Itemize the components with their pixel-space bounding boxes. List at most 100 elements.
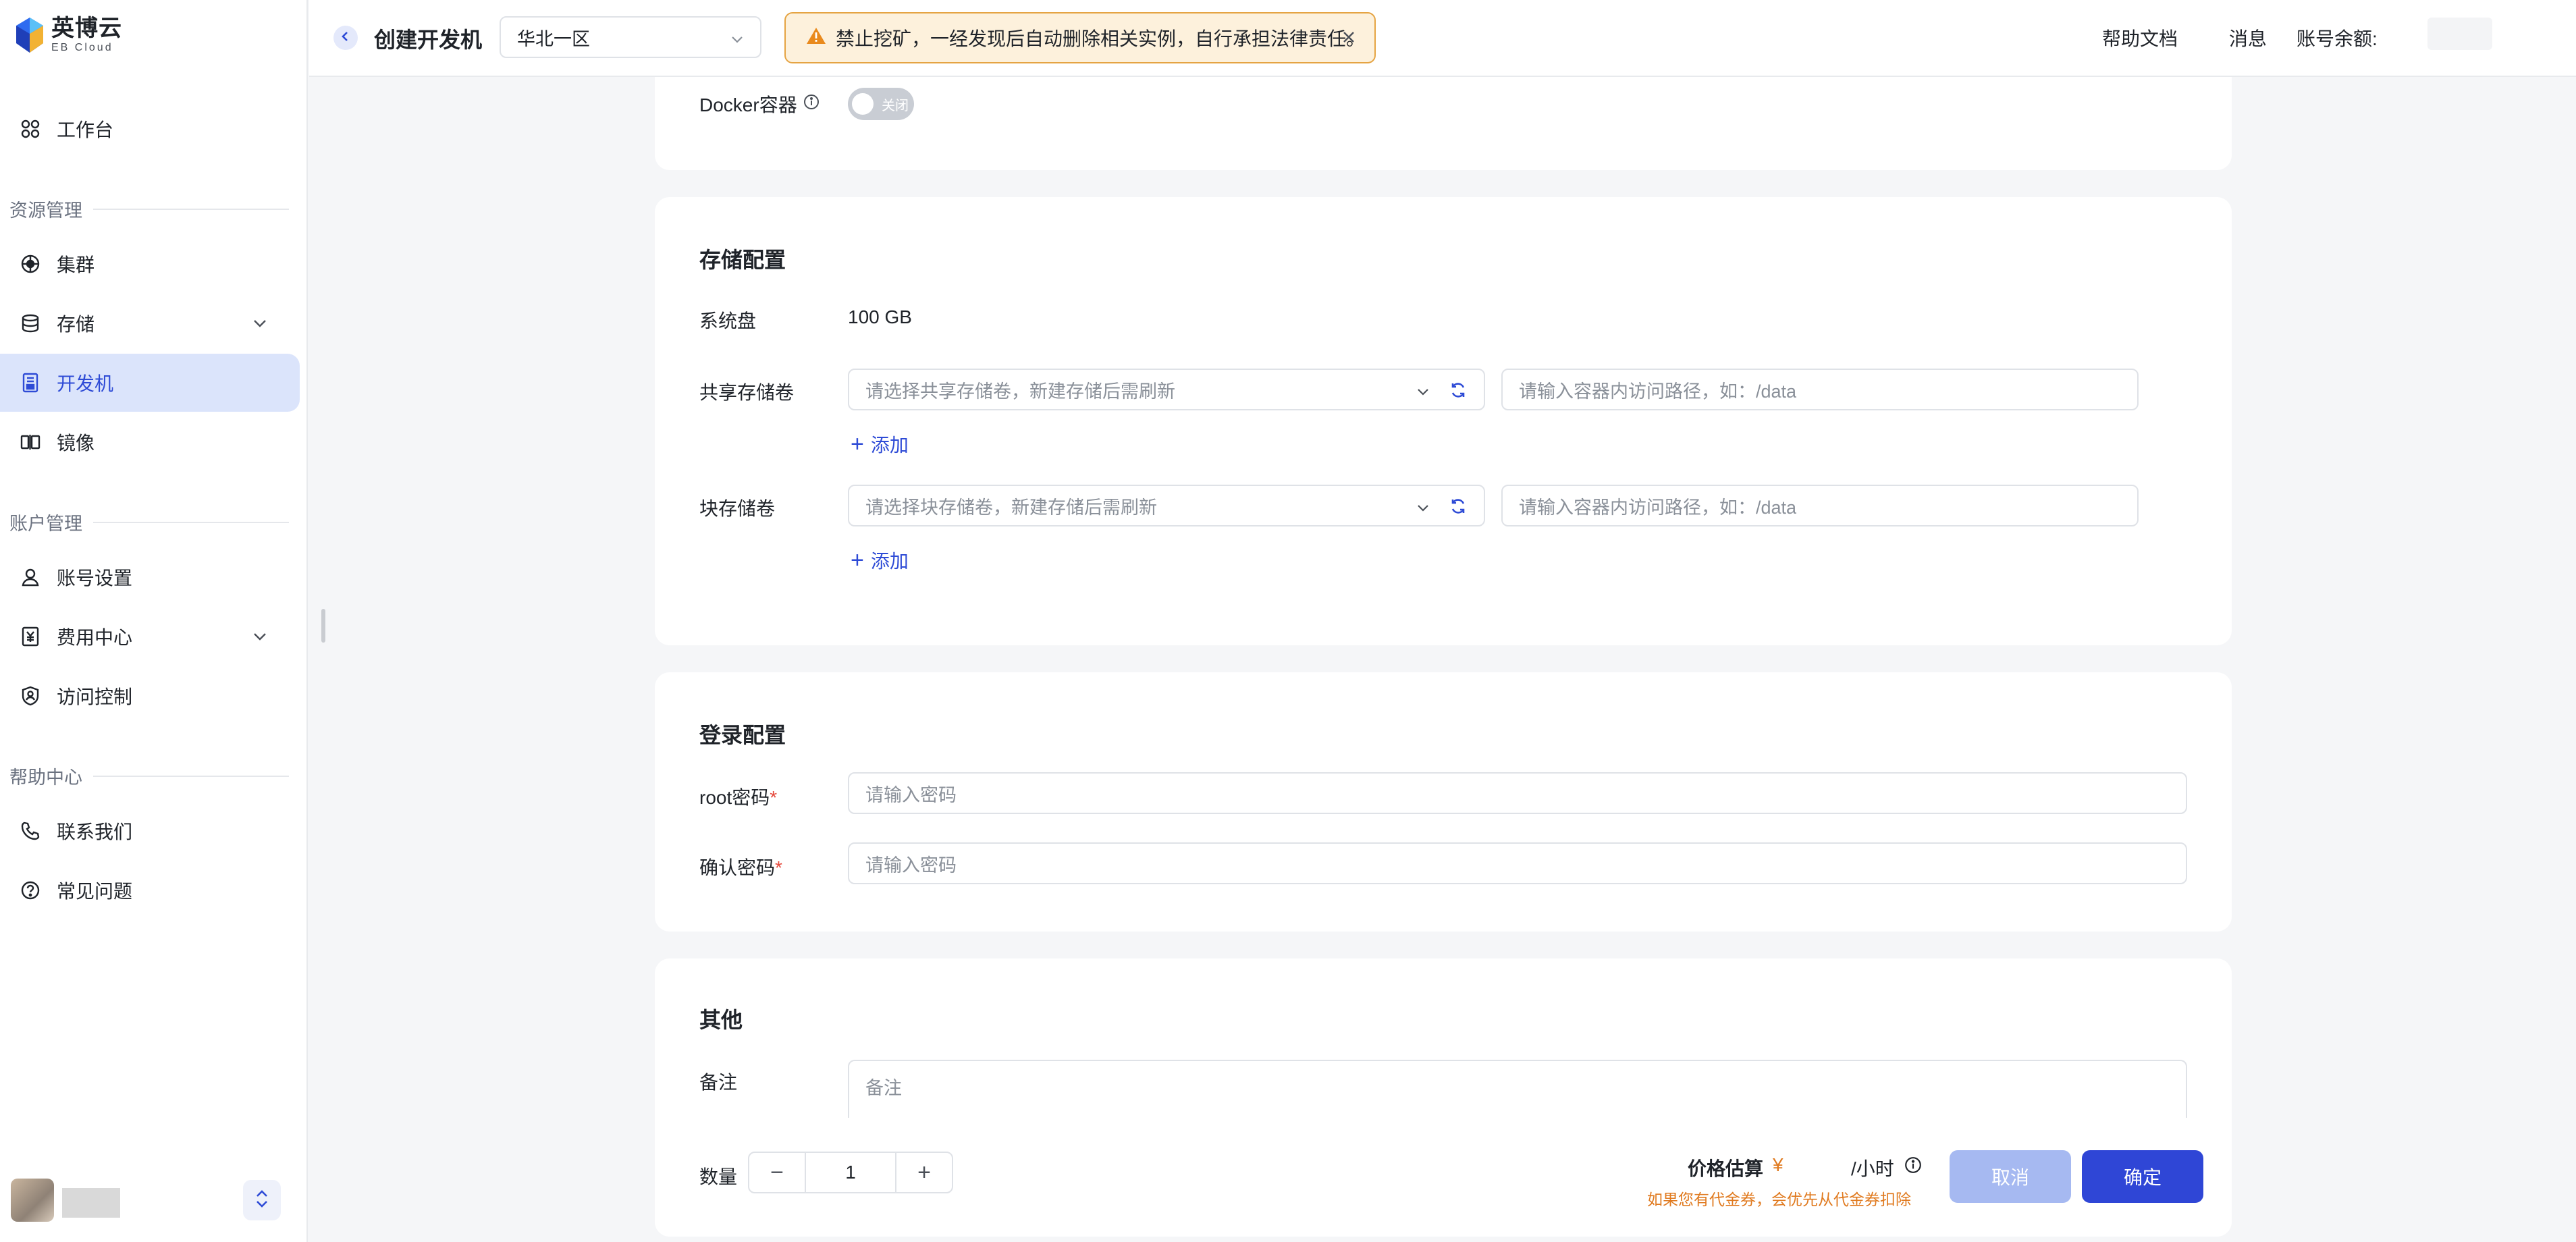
database-icon [19, 312, 42, 335]
warning-icon [806, 26, 826, 50]
system-disk-value: 100 GB [848, 306, 912, 327]
chevron-down-icon [251, 315, 269, 337]
info-icon[interactable] [803, 93, 820, 115]
messages-link[interactable]: 消息 [2229, 24, 2267, 51]
section-title: 存储配置 [699, 248, 786, 272]
help-docs-link[interactable]: 帮助文档 [2102, 24, 2178, 51]
sidebar-item-label: 访问控制 [57, 686, 133, 707]
sidebar-item-faq[interactable]: 常见问题 [0, 861, 300, 919]
sidebar-item-label: 常见问题 [57, 881, 133, 902]
quantity-minus-button[interactable]: − [749, 1153, 805, 1192]
sidebar-item-image[interactable]: 镜像 [0, 413, 300, 471]
username [62, 1188, 120, 1218]
user-bar [11, 1177, 297, 1224]
header: 创建开发机 华北一区 禁止挖矿，一经发现后自动删除相关实例，自行承担法律责任。 … [309, 0, 2576, 77]
toggle-knob [852, 93, 874, 115]
avatar[interactable] [11, 1179, 54, 1222]
page-title: 创建开发机 [374, 28, 483, 52]
sidebar-item-label: 开发机 [57, 373, 114, 394]
sidebar-item-label: 账号设置 [57, 568, 133, 589]
sidebar-item-label: 集群 [57, 254, 95, 275]
chevron-down-icon [1415, 383, 1431, 404]
shared-volume-path-input[interactable]: 请输入容器内访问路径，如：/data [1501, 369, 2139, 410]
required-mark: * [775, 857, 782, 878]
brand-logo[interactable]: 英博云 EB Cloud [15, 16, 122, 54]
system-disk-label: 系统盘 [699, 310, 757, 331]
remark-placeholder: 备注 [865, 1078, 902, 1098]
refresh-icon[interactable] [1449, 497, 1468, 520]
devmachine-icon [19, 371, 42, 394]
docker-toggle[interactable]: 关闭 [848, 88, 914, 120]
sidebar-item-account-settings[interactable]: 账号设置 [0, 548, 300, 606]
sidebar-item-label: 联系我们 [57, 821, 133, 842]
remark-label: 备注 [699, 1072, 738, 1093]
add-label: 添加 [870, 551, 909, 572]
shared-volume-label: 共享存储卷 [699, 382, 795, 403]
confirm-password-input[interactable]: 请输入密码 [848, 842, 2187, 884]
sidebar-item-billing[interactable]: 费用中心 [0, 608, 300, 666]
block-volume-path-input[interactable]: 请输入容器内访问路径，如：/data [1501, 485, 2139, 526]
quantity-label: 数量 [699, 1166, 738, 1187]
block-volume-label: 块存储卷 [699, 498, 776, 519]
sidebar: 英博云 EB Cloud 工作台 资源管理 集群 存储 开发机 镜像 账户管理 … [0, 0, 308, 1242]
root-password-label: root密码* [699, 783, 777, 810]
docker-card: Docker容器 关闭 [655, 77, 2232, 170]
block-volume-placeholder: 请选择块存储卷，新建存储后需刷新 [865, 497, 1157, 518]
remark-textarea[interactable]: 备注 [848, 1060, 2187, 1127]
add-block-volume-button[interactable]: + 添加 [851, 547, 909, 574]
sidebar-item-cluster[interactable]: 集群 [0, 235, 300, 293]
confirm-password-label-text: 确认密码 [699, 857, 776, 878]
block-volume-select[interactable]: 请选择块存储卷，新建存储后需刷新 [848, 485, 1485, 526]
storage-card: 存储配置 系统盘 100 GB 共享存储卷 请选择共享存储卷，新建存储后需刷新 … [655, 197, 2232, 645]
add-shared-volume-button[interactable]: + 添加 [851, 431, 909, 458]
shield-user-icon [19, 684, 42, 707]
confirm-password-label: 确认密码* [699, 853, 782, 880]
image-icon [19, 431, 42, 454]
refresh-icon[interactable] [1449, 381, 1468, 404]
cancel-button[interactable]: 取消 [1950, 1150, 2071, 1203]
docker-label: Docker容器 [699, 90, 820, 117]
back-button[interactable] [333, 26, 358, 50]
sidebar-item-access-control[interactable]: 访问控制 [0, 667, 300, 725]
sidebar-item-label: 工作台 [57, 119, 114, 140]
docker-label-text: Docker容器 [699, 94, 797, 115]
section-title: 其他 [699, 1008, 743, 1032]
logo-icon [15, 16, 45, 54]
root-password-placeholder: 请输入密码 [865, 784, 957, 805]
nav-group-resource: 资源管理 [9, 196, 289, 222]
region-value: 华北一区 [517, 28, 590, 49]
sidebar-item-label: 存储 [57, 314, 95, 335]
account-switch-button[interactable] [243, 1180, 281, 1220]
brand-sub: EB Cloud [51, 42, 113, 53]
quantity-value[interactable]: 1 [805, 1153, 896, 1192]
confirm-button[interactable]: 确定 [2082, 1150, 2203, 1203]
sidebar-item-devmachine[interactable]: 开发机 [0, 354, 300, 412]
cluster-icon [19, 252, 42, 275]
billing-icon [19, 625, 42, 648]
sidebar-item-workspace[interactable]: 工作台 [0, 100, 300, 158]
plus-icon: + [851, 547, 864, 573]
toggle-text: 关闭 [882, 98, 909, 113]
quantity-stepper[interactable]: − 1 + [748, 1152, 953, 1193]
root-password-input[interactable]: 请输入密码 [848, 772, 2187, 814]
sidebar-item-label: 费用中心 [57, 627, 133, 648]
user-icon [19, 566, 42, 589]
sidebar-item-label: 镜像 [57, 433, 95, 454]
quantity-plus-button[interactable]: + [896, 1153, 952, 1192]
question-icon [19, 879, 42, 902]
region-select[interactable]: 华北一区 [500, 16, 761, 58]
root-password-label-text: root密码 [699, 787, 770, 808]
shared-volume-select[interactable]: 请选择共享存储卷，新建存储后需刷新 [848, 369, 1485, 410]
nav-group-label: 帮助中心 [9, 767, 82, 788]
brand-name: 英博云 [51, 16, 122, 41]
sidebar-resize-handle[interactable] [321, 609, 325, 643]
sidebar-item-contact[interactable]: 联系我们 [0, 802, 300, 860]
chevron-down-icon [729, 31, 745, 52]
sidebar-item-storage[interactable]: 存储 [0, 294, 300, 352]
balance-label[interactable]: 账号余额: [2297, 24, 2378, 51]
chevron-down-icon [1415, 500, 1431, 520]
close-icon[interactable] [1341, 26, 1357, 51]
required-mark: * [770, 787, 778, 808]
nav-group-label: 账户管理 [9, 514, 82, 534]
nav-group-help: 帮助中心 [9, 763, 289, 789]
